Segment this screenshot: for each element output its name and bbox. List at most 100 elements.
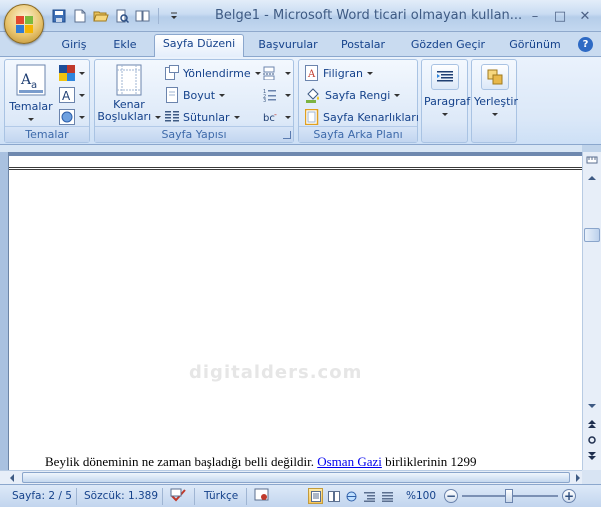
- select-browse-object-icon[interactable]: [584, 432, 600, 448]
- status-separator: [162, 488, 163, 505]
- zoom-in-icon[interactable]: +: [562, 489, 576, 503]
- document-paragraph[interactable]: Beylik döneminin ne zaman başladığı bell…: [45, 454, 476, 470]
- word-count-status[interactable]: Sözcük: 1.389: [84, 490, 158, 502]
- office-logo-icon: [16, 16, 34, 34]
- zoom-level[interactable]: %100: [406, 490, 436, 502]
- group-yerlestir[interactable]: Yerleştir: [471, 59, 518, 143]
- group-paragraf[interactable]: Paragraf: [421, 59, 471, 143]
- svg-text:3: 3: [263, 98, 266, 102]
- print-preview-icon[interactable]: [113, 7, 131, 25]
- theme-fonts-icon: A: [59, 87, 75, 103]
- next-page-icon[interactable]: [584, 448, 600, 464]
- minimize-button[interactable]: –: [524, 6, 546, 26]
- arrange-icon: [487, 69, 503, 85]
- language-status[interactable]: Türkçe: [204, 490, 238, 502]
- tab-gorunum[interactable]: Görünüm: [500, 36, 570, 56]
- help-icon[interactable]: ?: [578, 37, 593, 52]
- previous-page-icon[interactable]: [584, 416, 600, 432]
- new-document-icon[interactable]: [71, 7, 89, 25]
- paragraph-button[interactable]: Paragraf: [424, 64, 471, 120]
- watermark-icon: A: [305, 65, 318, 81]
- theme-effects-button[interactable]: [59, 108, 85, 126]
- horizontal-scrollbar[interactable]: [0, 470, 582, 484]
- arrange-dropdown-arrow: [492, 112, 498, 116]
- office-button[interactable]: [4, 4, 44, 44]
- size-button[interactable]: Boyut: [165, 86, 226, 104]
- columns-button[interactable]: Sütunlar: [165, 108, 240, 126]
- tab-gozden-gecir[interactable]: Gözden Geçir: [404, 36, 492, 56]
- hyphenation-button[interactable]: bc -: [263, 108, 291, 126]
- vertical-scrollbar[interactable]: [582, 152, 601, 470]
- proofing-icon[interactable]: [170, 487, 188, 506]
- arrange-button[interactable]: Yerleştir: [474, 64, 518, 120]
- quick-access-toolbar: [50, 6, 183, 26]
- page-color-button[interactable]: Sayfa Rengi: [305, 86, 401, 104]
- vertical-scroll-thumb[interactable]: [584, 228, 600, 242]
- status-bar: Sayfa: 2 / 5 Sözcük: 1.389 Türkçe %100 −…: [0, 484, 601, 507]
- group-temalar: A a Temalar A Temalar: [4, 59, 90, 143]
- watermark-button[interactable]: A Filigran: [305, 64, 373, 82]
- text-before-link: Beylik döneminin ne zaman başladığı bell…: [45, 454, 318, 469]
- tab-sayfa-duzeni[interactable]: Sayfa Düzeni: [154, 34, 244, 57]
- title-bar: Belge1 - Microsoft Word ticari olmayan k…: [0, 0, 601, 32]
- group-sayfa-arka-plani: A Filigran Sayfa Rengi Sayfa Kenarlıklar…: [298, 59, 419, 143]
- tab-giris[interactable]: Giriş: [52, 36, 96, 56]
- group-label-sayfa-yapisi: Sayfa Yapısı: [95, 126, 293, 142]
- full-screen-reading-view-icon[interactable]: [326, 488, 341, 504]
- window-title: Belge1 - Microsoft Word ticari olmayan k…: [215, 8, 523, 23]
- close-button[interactable]: ✕: [574, 6, 596, 26]
- horizontal-scroll-thumb[interactable]: [22, 472, 570, 483]
- tab-ekle[interactable]: Ekle: [104, 36, 146, 56]
- paragraph-dropdown-arrow: [442, 112, 448, 116]
- orientation-icon: [165, 65, 179, 80]
- tab-basvurular[interactable]: Başvurular: [252, 36, 324, 56]
- theme-colors-icon: [59, 65, 75, 81]
- svg-text:-: -: [274, 110, 277, 119]
- arrange-label: Yerleştir: [474, 95, 518, 108]
- size-label: Boyut: [183, 88, 216, 102]
- scroll-down-arrow-icon[interactable]: [584, 398, 600, 414]
- margins-button[interactable]: Kenar Boşlukları: [97, 64, 161, 123]
- status-separator: [194, 488, 195, 505]
- open-folder-icon[interactable]: [92, 7, 110, 25]
- orientation-button[interactable]: Yönlendirme: [165, 64, 261, 82]
- line-numbers-button[interactable]: 123: [263, 86, 291, 104]
- svg-text:A: A: [62, 89, 71, 103]
- view-ruler-icon[interactable]: [584, 152, 600, 168]
- paragraph-label: Paragraf: [424, 95, 471, 108]
- theme-colors-button[interactable]: [59, 64, 85, 82]
- themes-label: Temalar: [9, 100, 53, 113]
- page-setup-dialog-launcher-icon[interactable]: [283, 131, 291, 139]
- ribbon: A a Temalar A Temalar Kenar Boşlukları Y…: [0, 56, 601, 145]
- zoom-out-icon[interactable]: −: [444, 489, 458, 503]
- zoom-slider-thumb[interactable]: [505, 489, 513, 503]
- hyperlink-osman-gazi[interactable]: Osman Gazi: [317, 454, 382, 469]
- page-count-status[interactable]: Sayfa: 2 / 5: [12, 490, 72, 502]
- print-layout-view-icon[interactable]: [308, 488, 323, 504]
- outline-view-icon[interactable]: [362, 488, 377, 504]
- draft-view-icon[interactable]: [380, 488, 395, 504]
- document-page[interactable]: digitalders.com Beylik döneminin ne zama…: [8, 152, 583, 470]
- web-layout-view-icon[interactable]: [344, 488, 359, 504]
- page-color-label: Sayfa Rengi: [325, 88, 391, 102]
- status-separator: [76, 488, 77, 505]
- size-icon: [166, 87, 178, 103]
- theme-fonts-button[interactable]: A: [59, 86, 85, 104]
- scroll-up-arrow-icon[interactable]: [584, 170, 600, 186]
- orientation-label: Yönlendirme: [183, 66, 251, 80]
- group-label-sayfa-arka-plani: Sayfa Arka Planı: [299, 126, 417, 142]
- page-break-line: [9, 156, 583, 170]
- save-icon[interactable]: [50, 7, 68, 25]
- breaks-button[interactable]: [263, 64, 291, 82]
- tab-postalar[interactable]: Postalar: [334, 36, 392, 56]
- page-borders-button[interactable]: Sayfa Kenarlıkları: [305, 108, 419, 126]
- svg-text:a: a: [31, 80, 37, 91]
- macro-record-icon[interactable]: [254, 487, 270, 506]
- document-area: digitalders.com Beylik döneminin ne zama…: [0, 152, 583, 470]
- customize-qat-arrow-icon[interactable]: [165, 7, 183, 25]
- group-sayfa-yapisi: Kenar Boşlukları Yönlendirme Boyut Sütun…: [94, 59, 294, 143]
- maximize-button[interactable]: □: [549, 6, 571, 26]
- themes-dropdown-arrow: [28, 117, 34, 121]
- themes-button[interactable]: A a Temalar: [9, 64, 53, 125]
- zoom-icon[interactable]: [134, 7, 152, 25]
